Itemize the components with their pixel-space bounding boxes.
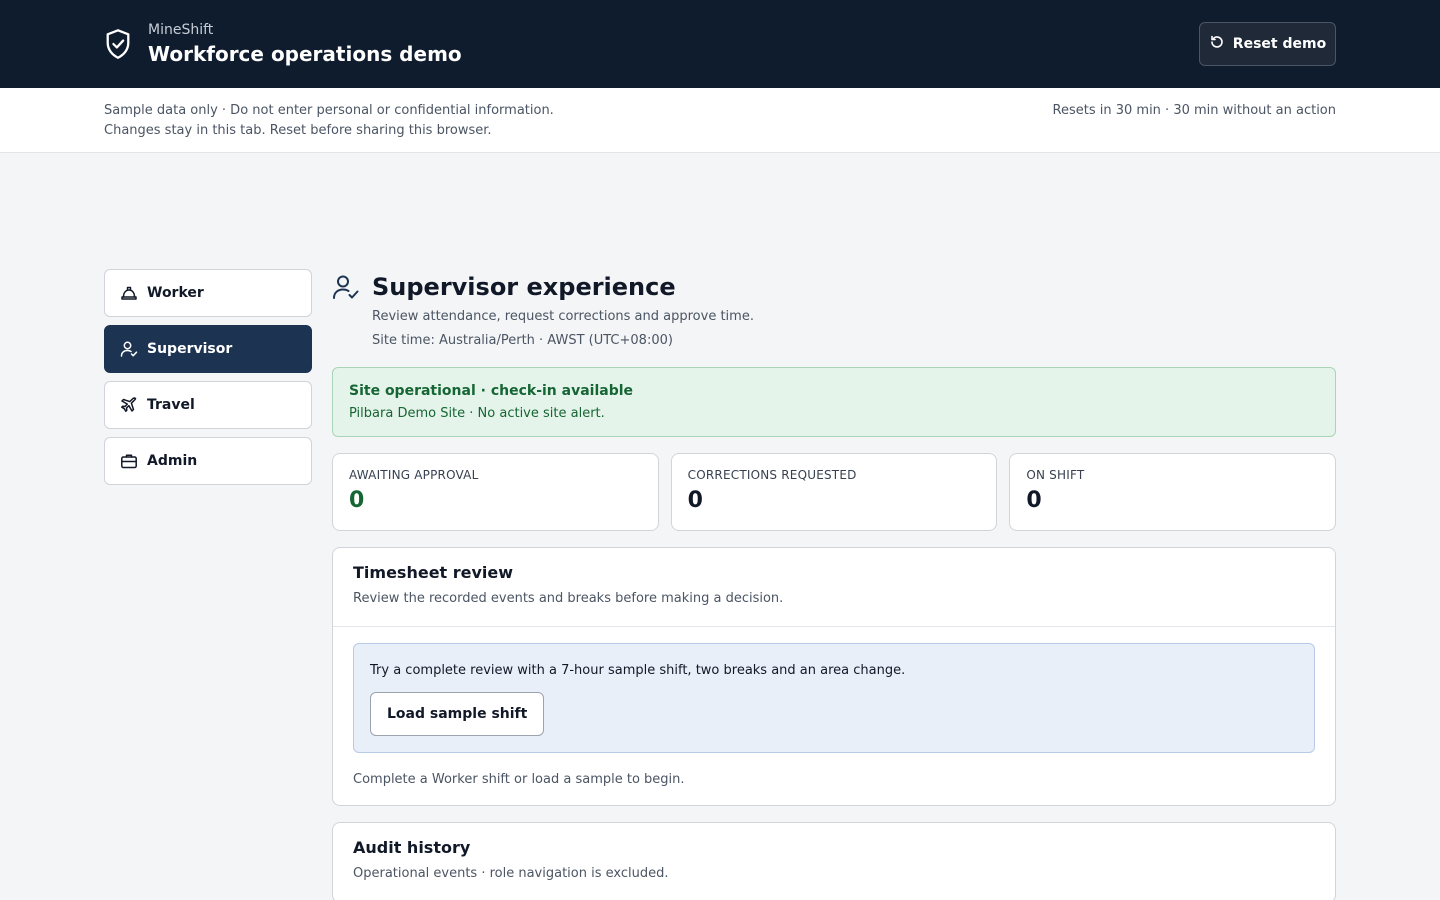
brand: MineShift Workforce operations demo xyxy=(104,20,462,68)
stat-label: CORRECTIONS REQUESTED xyxy=(687,468,857,482)
page-subtitle: Review attendance, request corrections a… xyxy=(372,309,754,324)
sample-shift-hint-text: Try a complete review with a 7-hour samp… xyxy=(370,663,906,678)
stat-awaiting-approval: AWAITING APPROVAL 0 xyxy=(332,453,659,531)
site-status-banner: Site operational · check-in available Pi… xyxy=(332,367,1336,437)
audit-history-title: Audit history xyxy=(353,838,471,857)
nav-label-supervisor: Supervisor xyxy=(147,341,233,357)
audit-history-subtitle: Operational events · role navigation is … xyxy=(353,866,669,881)
top-bar: MineShift Workforce operations demo Rese… xyxy=(0,0,1440,88)
sample-shift-hint: Try a complete review with a 7-hour samp… xyxy=(353,643,1315,753)
app-title: Workforce operations demo xyxy=(148,42,462,66)
nav-label-worker: Worker xyxy=(147,285,204,301)
stat-value: 0 xyxy=(1026,488,1042,513)
reset-demo-button[interactable]: Reset demo xyxy=(1199,22,1336,66)
site-status-title: Site operational · check-in available xyxy=(349,383,634,399)
load-sample-shift-button[interactable]: Load sample shift xyxy=(370,692,545,736)
reset-demo-label: Reset demo xyxy=(1232,36,1327,52)
notice-line-1: Sample data only · Do not enter personal… xyxy=(104,103,554,118)
nav-item-supervisor[interactable]: Supervisor xyxy=(104,325,312,373)
nav-item-travel[interactable]: Travel xyxy=(104,381,312,429)
reset-timer: Resets in 30 min · 30 min without an act… xyxy=(1052,103,1336,118)
site-status-text: Pilbara Demo Site · No active site alert… xyxy=(349,406,605,421)
demo-notice: Sample data only · Do not enter personal… xyxy=(104,101,554,141)
notice-line-2: Changes stay in this tab. Reset before s… xyxy=(104,123,492,138)
stats-row: AWAITING APPROVAL 0 CORRECTIONS REQUESTE… xyxy=(332,453,1337,531)
plane-icon xyxy=(119,395,139,415)
user-check-icon xyxy=(332,269,362,305)
site-time: Site time: Australia/Perth · AWST (UTC+0… xyxy=(372,333,673,348)
nav-label-admin: Admin xyxy=(147,453,198,469)
nav-label-travel: Travel xyxy=(147,397,195,413)
stat-value: 0 xyxy=(349,488,365,513)
role-nav: Worker Supervisor Travel Admin xyxy=(104,269,312,493)
shield-check-icon xyxy=(104,20,136,68)
timesheet-review-title: Timesheet review xyxy=(353,563,514,582)
timesheet-review-header: Timesheet review Review the recorded eve… xyxy=(333,548,1335,627)
hard-hat-icon xyxy=(119,283,139,303)
timesheet-review-subtitle: Review the recorded events and breaks be… xyxy=(353,591,784,606)
audit-history-header: Audit history Operational events · role … xyxy=(333,823,1335,900)
briefcase-icon xyxy=(119,451,139,471)
main-content: Supervisor experience Review attendance,… xyxy=(332,269,1337,900)
stat-on-shift: ON SHIFT 0 xyxy=(1009,453,1337,531)
brand-name: MineShift xyxy=(148,22,214,38)
audit-history-card: Audit history Operational events · role … xyxy=(332,822,1336,900)
timesheet-review-card: Timesheet review Review the recorded eve… xyxy=(332,547,1336,806)
page-title: Supervisor experience xyxy=(372,273,676,301)
refresh-icon xyxy=(1209,34,1225,54)
demo-notice-bar: Sample data only · Do not enter personal… xyxy=(0,88,1440,153)
user-check-icon xyxy=(119,339,139,359)
stat-corrections-requested: CORRECTIONS REQUESTED 0 xyxy=(670,453,998,531)
nav-item-worker[interactable]: Worker xyxy=(104,269,312,317)
timesheet-empty-text: Complete a Worker shift or load a sample… xyxy=(353,772,685,787)
page-header: Supervisor experience Review attendance,… xyxy=(332,269,1336,353)
nav-item-admin[interactable]: Admin xyxy=(104,437,312,485)
stat-value: 0 xyxy=(687,488,703,513)
stat-label: ON SHIFT xyxy=(1026,468,1085,482)
stat-label: AWAITING APPROVAL xyxy=(349,468,479,482)
